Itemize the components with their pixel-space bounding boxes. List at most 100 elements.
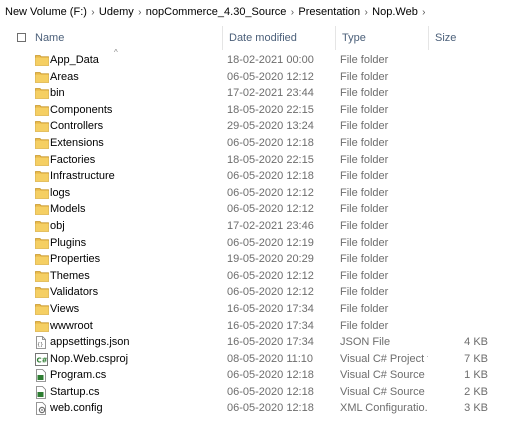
breadcrumb-item[interactable]: nopCommerce_4.30_Source [146,6,287,18]
file-name[interactable]: logs [50,185,220,202]
chevron-right-icon[interactable]: › [286,7,298,18]
file-row[interactable]: Program.cs 06-05-2020 12:18 Visual C# Sour… [0,367,531,384]
column-header-name[interactable]: Name [29,26,222,50]
file-name[interactable]: Controllers [50,118,220,135]
folder-icon [35,220,49,232]
file-date-modified: 29-05-2020 13:24 [227,120,314,133]
file-date-modified: 19-05-2020 20:29 [227,253,314,266]
file-name[interactable]: Plugins [50,235,220,252]
folder-icon [35,137,49,149]
file-row[interactable]: Themes 06-05-2020 12:12 File folder [0,268,531,285]
file-row[interactable]: logs 06-05-2020 12:12 File folder [0,185,531,202]
folder-icon [35,303,49,315]
file-row[interactable]: {} appsettings.json 16-05-2020 17:34 JSON F… [0,334,531,351]
chevron-right-icon[interactable]: › [360,7,372,18]
file-size [430,218,488,235]
file-name[interactable]: appsettings.json [50,334,220,351]
file-row[interactable]: App_Data 18-02-2021 00:00 File folder [0,52,531,69]
file-date-modified: 18-05-2020 22:15 [227,103,314,116]
file-row[interactable]: C# Nop.Web.csproj 08-05-2020 11:10 Visual C… [0,351,531,368]
breadcrumb-item[interactable]: New Volume (F:) [5,6,87,18]
breadcrumb-item[interactable]: Presentation [298,6,360,18]
file-name[interactable]: wwwroot [50,318,220,335]
file-name[interactable]: Infrastructure [50,168,220,185]
file-date-modified: 16-05-2020 17:34 [227,336,314,349]
file-name[interactable]: Models [50,201,220,218]
column-header-type[interactable]: Type [335,26,428,50]
file-size [430,284,488,301]
file-size [430,168,488,185]
file-size [430,185,488,202]
file-row[interactable]: Extensions 06-05-2020 12:18 File folder [0,135,531,152]
file-row[interactable]: Infrastructure 06-05-2020 12:18 File folde… [0,168,531,185]
folder-icon [35,120,49,133]
file-size: 7 KB [464,352,488,365]
file-row[interactable]: Controllers 29-05-2020 13:24 File folder [0,118,531,135]
file-row[interactable]: Views 16-05-2020 17:34 File folder [0,301,531,318]
file-size: 4 KB [464,336,488,349]
file-type: File folder [340,253,389,266]
file-name[interactable]: Properties [50,251,220,268]
file-name[interactable]: Startup.cs [50,384,220,401]
folder-icon [35,87,49,100]
file-row[interactable]: Models 06-05-2020 12:12 File folder [0,201,531,218]
file-row[interactable]: bin 17-02-2021 23:44 File folder [0,85,531,102]
file-size [430,301,488,318]
file-size [430,268,488,285]
chevron-right-icon[interactable]: › [134,7,146,18]
file-date-modified: 06-05-2020 12:12 [227,70,314,83]
file-size [430,85,488,102]
folder-icon [35,54,49,66]
file-row[interactable]: wwwroot 16-05-2020 17:34 File folder [0,318,531,335]
folder-icon [35,203,49,216]
breadcrumb-item[interactable]: Udemy [99,6,134,18]
file-row[interactable]: Properties 19-05-2020 20:29 File folder [0,251,531,268]
file-row[interactable]: obj 17-02-2021 23:46 File folder [0,218,531,235]
column-header-size[interactable]: Size [428,26,493,50]
file-name[interactable]: Nop.Web.csproj [50,351,220,368]
file-name[interactable]: obj [50,218,220,235]
folder-icon [35,104,49,116]
file-name[interactable]: Themes [50,268,220,285]
chevron-right-icon[interactable]: › [87,7,99,18]
chevron-right-icon[interactable]: › [418,7,430,18]
file-name[interactable]: Extensions [50,135,220,152]
file-size [430,118,488,135]
file-row[interactable]: Areas 06-05-2020 12:12 File folder [0,69,531,86]
file-name[interactable]: Components [50,102,220,119]
breadcrumb-item[interactable]: Nop.Web [372,6,418,18]
file-name[interactable]: Validators [50,284,220,301]
folder-icon [35,320,49,332]
file-name[interactable]: Program.cs [50,367,220,384]
file-date-modified: 06-05-2020 12:18 [227,136,314,149]
file-name[interactable]: Views [50,301,220,318]
file-row[interactable]: Factories 18-05-2020 22:15 File folder [0,152,531,169]
file-type: File folder [340,54,389,66]
file-size [430,201,488,218]
file-date-modified: 17-02-2021 23:46 [227,219,314,232]
file-row[interactable]: Plugins 06-05-2020 12:19 File folder [0,235,531,252]
file-name[interactable]: Areas [50,69,220,86]
select-all-checkbox[interactable] [17,33,26,42]
file-date-modified: 06-05-2020 12:12 [227,269,314,282]
file-type: JSON File [340,336,391,349]
file-type: File folder [340,136,389,149]
file-name[interactable]: App_Data [50,52,220,69]
file-date-modified: 18-02-2021 00:00 [227,54,314,66]
file-type: Visual C# Project f... [340,352,428,365]
file-row[interactable]: Components 18-05-2020 22:15 File folder [0,102,531,119]
file-name[interactable]: Factories [50,152,220,169]
file-type: File folder [340,186,389,199]
file-row[interactable]: Validators 06-05-2020 12:12 File folder [0,284,531,301]
folder-icon [35,270,49,282]
file-name[interactable]: web.config [50,400,220,417]
file-date-modified: 08-05-2020 11:10 [227,352,314,365]
column-header-date-modified[interactable]: Date modified [222,26,335,50]
file-name[interactable]: bin [50,85,220,102]
file-size [430,235,488,252]
file-row[interactable]: Startup.cs 06-05-2020 12:18 Visual C# Sour… [0,384,531,401]
file-row[interactable]: web.config 06-05-2020 12:18 XML Configurat… [0,400,531,417]
file-type: Visual C# Source F... [340,369,428,382]
file-date-modified: 06-05-2020 12:19 [227,236,314,249]
file-date-modified: 16-05-2020 17:34 [227,319,314,332]
